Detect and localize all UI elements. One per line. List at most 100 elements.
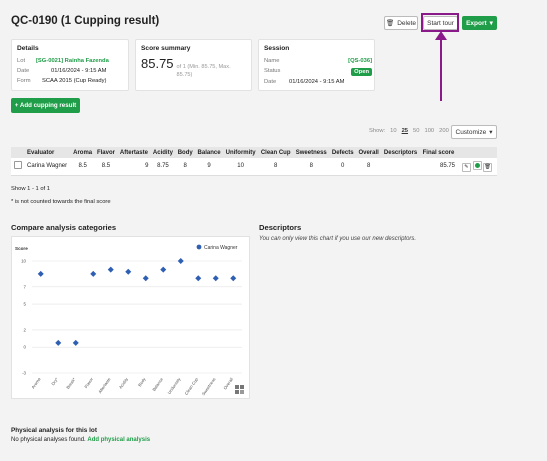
data-point	[107, 266, 114, 273]
add-physical-analysis-link[interactable]: Add physical analysis	[87, 437, 150, 443]
data-point	[37, 270, 44, 277]
trash-icon: 🗑	[385, 20, 395, 27]
data-point	[125, 268, 132, 275]
x-tick-label: Uniformity	[167, 376, 182, 395]
data-point	[195, 275, 202, 282]
select-header	[11, 147, 25, 158]
session-link[interactable]: [QS-036]	[348, 58, 372, 64]
data-point	[90, 270, 97, 277]
descriptors-heading: Descriptors	[259, 223, 302, 232]
col-balance[interactable]: Balance	[195, 147, 224, 158]
col-uniformity[interactable]: Uniformity	[223, 147, 259, 158]
data-point	[230, 275, 237, 282]
x-tick-label: Body	[137, 376, 147, 387]
data-point	[212, 275, 219, 282]
col-defects[interactable]: Defects	[329, 147, 357, 158]
score-summary-heading: Score summary	[141, 45, 191, 52]
cell-aroma: 8.5	[70, 158, 95, 176]
col-aftertaste[interactable]: Aftertaste	[117, 147, 151, 158]
col-body[interactable]: Body	[175, 147, 196, 158]
session-name-row: Name [QS-036]	[264, 58, 372, 64]
y-tick-label: 7	[24, 284, 27, 289]
x-tick-label: Acidity	[118, 376, 130, 390]
x-tick-label: Clean Cup	[184, 376, 200, 396]
col-evaluator[interactable]: Evaluator	[25, 147, 71, 158]
data-point	[72, 339, 79, 346]
y-tick-label: 2	[24, 327, 27, 332]
col-clean-cup[interactable]: Clean Cup	[258, 147, 294, 158]
expand-icon	[235, 385, 239, 389]
details-heading: Details	[17, 45, 39, 52]
cell-overall: 8	[356, 158, 382, 176]
cell-evaluator: Carina Wagner	[25, 158, 71, 176]
edit-icon[interactable]: ✎	[461, 162, 471, 172]
y-axis-label: Score	[15, 246, 28, 251]
data-point	[142, 275, 149, 282]
col-sweetness[interactable]: Sweetness	[293, 147, 330, 158]
table-footer-count: Show 1 - 1 of 1	[11, 186, 50, 192]
cell-clean-cup: 8	[258, 158, 294, 176]
page-size-25[interactable]: 25	[402, 128, 408, 134]
descriptors-note: You can only view this chart if you use …	[259, 236, 417, 242]
expand-icon	[240, 385, 244, 389]
table-note: * is not counted towards the final score	[11, 199, 111, 205]
x-tick-label: Aftertaste	[97, 376, 112, 394]
form-row: Form SCAA 2015 (Cup Ready)	[17, 78, 107, 84]
y-tick-label: 10	[21, 259, 26, 264]
x-tick-label: Dry*	[50, 376, 59, 386]
data-point	[177, 258, 184, 264]
session-date-row: Date 01/16/2024 - 9:15 AM	[264, 79, 345, 85]
session-heading: Session	[264, 45, 290, 52]
session-status-row: Status Open	[264, 68, 372, 76]
col-aroma[interactable]: Aroma	[70, 147, 95, 158]
cell-balance: 9	[195, 158, 224, 176]
add-cupping-result-button[interactable]: + Add cupping result	[11, 98, 80, 113]
page-size-10[interactable]: 10	[390, 128, 396, 134]
cell-defects: 0	[329, 158, 357, 176]
caret-down-icon: ▾	[489, 20, 493, 27]
page-title: QC-0190 (1 Cupping result)	[11, 15, 160, 27]
cell-descriptors	[381, 158, 420, 176]
y-tick-label: -3	[22, 371, 26, 376]
col-descriptors[interactable]: Descriptors	[381, 147, 420, 158]
expand-icon	[240, 390, 244, 394]
x-tick-label: Aroma	[30, 376, 42, 390]
cell-uniformity: 10	[223, 158, 259, 176]
cell-sweetness: 8	[293, 158, 330, 176]
score-range: of 1 (Min. 85.75, Max. 85.75)	[176, 64, 231, 78]
col-final-score[interactable]: Final score	[419, 147, 457, 158]
x-tick-label: Break*	[65, 376, 77, 389]
cell-body: 8	[175, 158, 196, 176]
col-overall[interactable]: Overall	[356, 147, 382, 158]
data-point	[55, 339, 62, 346]
page-size-50[interactable]: 50	[413, 128, 419, 134]
cell-final-score: 85.75	[419, 158, 457, 176]
customize-button[interactable]: Customize ▾	[451, 125, 497, 139]
row-actions: ✎ 🗑	[457, 158, 497, 176]
x-tick-label: Flavor	[83, 376, 94, 389]
compare-heading: Compare analysis categories	[11, 223, 117, 232]
date-row: Date 01/16/2024 - 9:15 AM	[17, 68, 107, 74]
y-tick-label: 0	[24, 345, 27, 350]
details-card: Details Lot [SG-0021] Rainha Fazenda Dat…	[11, 39, 129, 91]
compare-chart: Score 10 7 5 2 0 -3 Aroma Dry* Break* Flavor Aftert…	[15, 244, 244, 397]
table-header-row: Evaluator Aroma Flavor Aftertaste Acidit…	[11, 147, 497, 158]
session-card: Session Name [QS-036] Status Open Date 0…	[258, 39, 375, 91]
x-tick-label: Overall	[222, 377, 234, 391]
row-checkbox[interactable]	[14, 161, 22, 170]
status-dot-icon[interactable]	[472, 161, 482, 170]
delete-button[interactable]: 🗑 Delete	[384, 16, 418, 30]
x-tick-label: Sweetness	[201, 377, 217, 397]
compare-chart-panel: Score 10 7 5 2 0 -3 Aroma Dry* Break* Flavor Aftert…	[11, 236, 250, 399]
cupping-table: Evaluator Aroma Flavor Aftertaste Acidit…	[11, 147, 497, 176]
trash-icon[interactable]: 🗑	[483, 162, 493, 172]
col-acidity[interactable]: Acidity	[150, 147, 176, 158]
lot-link[interactable]: [SG-0021] Rainha Fazenda	[36, 58, 109, 64]
page-size-100[interactable]: 100	[424, 128, 434, 134]
page-size-200[interactable]: 200	[439, 128, 449, 134]
col-flavor[interactable]: Flavor	[94, 147, 118, 158]
cell-acidity: 8.75	[150, 158, 176, 176]
physical-heading: Physical analysis for this lot	[11, 427, 97, 434]
export-button[interactable]: Export ▾	[462, 16, 497, 30]
arrow-up-annotation	[435, 31, 447, 101]
